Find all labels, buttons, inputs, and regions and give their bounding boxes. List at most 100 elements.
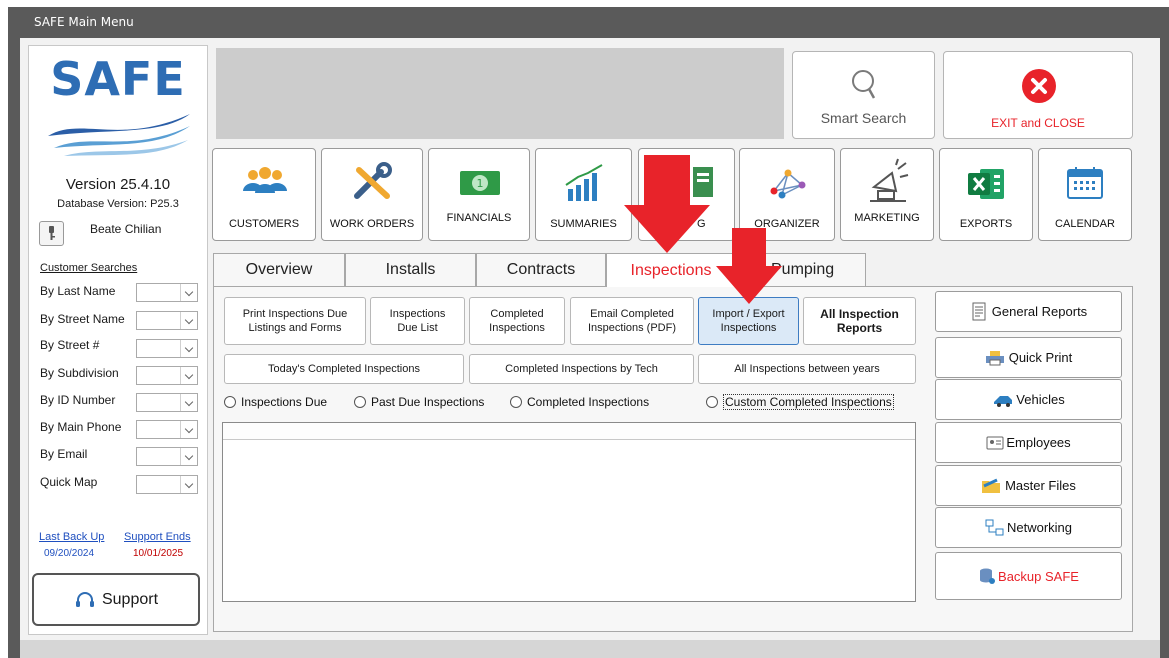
radio-label: Inspections Due xyxy=(241,395,328,409)
module-label: EXPORTS xyxy=(959,218,1013,230)
all-inspections-between-years-button[interactable]: All Inspections between years xyxy=(698,354,916,384)
module-exports[interactable]: EXPORTS xyxy=(939,148,1033,241)
search-combo-email[interactable] xyxy=(136,447,198,466)
radio-label: Past Due Inspections xyxy=(371,395,485,409)
search-combo-last-name[interactable] xyxy=(136,283,198,302)
vehicles-button[interactable]: Vehicles xyxy=(935,379,1122,420)
annotation-arrow-icon xyxy=(624,155,710,253)
folder-icon xyxy=(982,478,1001,493)
chevron-down-icon xyxy=(180,367,197,384)
search-label-id-number: By ID Number xyxy=(40,393,116,407)
search-label-subdivision: By Subdivision xyxy=(40,366,119,380)
module-customers[interactable]: CUSTOMERS xyxy=(212,148,316,241)
radio-past-due-inspections[interactable]: Past Due Inspections xyxy=(354,395,484,409)
version-label: Version 25.4.10 xyxy=(65,176,171,193)
search-combo-main-phone[interactable] xyxy=(136,420,198,439)
tab-overview[interactable]: Overview xyxy=(213,253,345,286)
print-inspections-due-button[interactable]: Print Inspections Due Listings and Forms xyxy=(224,297,366,345)
module-label: CALENDAR xyxy=(1055,218,1115,230)
radio-circle xyxy=(706,396,718,408)
search-combo-id-number[interactable] xyxy=(136,393,198,412)
module-summaries[interactable]: SUMMARIES xyxy=(535,148,632,241)
completed-inspections-button[interactable]: Completed Inspections xyxy=(469,297,565,345)
button-label: Email Completed Inspections (PDF) xyxy=(587,308,677,334)
search-label-last-name: By Last Name xyxy=(40,284,116,298)
svg-text:1: 1 xyxy=(477,177,484,190)
side-button-label: General Reports xyxy=(991,304,1088,319)
search-label-street-number: By Street # xyxy=(40,338,100,352)
document-icon xyxy=(972,302,986,320)
tab-installs[interactable]: Installs xyxy=(345,253,476,286)
window-title: SAFE Main Menu xyxy=(8,7,1169,38)
side-button-label: Networking xyxy=(1006,520,1073,535)
search-icon xyxy=(852,70,876,99)
button-label: Completed Inspections by Tech xyxy=(505,363,658,375)
support-button-label: Support xyxy=(101,590,159,608)
support-button[interactable]: Support xyxy=(32,573,200,626)
chevron-down-icon xyxy=(180,340,197,357)
network-icon xyxy=(770,169,806,199)
search-label-email: By Email xyxy=(40,447,88,461)
smart-search-button[interactable]: Smart Search xyxy=(792,51,935,139)
search-combo-subdivision[interactable] xyxy=(136,366,198,385)
customers-icon xyxy=(243,167,287,193)
last-backup-link[interactable]: Last Back Up xyxy=(39,531,104,543)
exit-close-label: EXIT and CLOSE xyxy=(991,116,1085,130)
search-combo-quick-map[interactable] xyxy=(136,475,198,494)
search-combo-street-number[interactable] xyxy=(136,339,198,358)
status-bar xyxy=(20,640,1160,658)
tab-contracts[interactable]: Contracts xyxy=(476,253,606,286)
side-button-label: Backup SAFE xyxy=(998,568,1079,584)
module-marketing[interactable]: MARKETING xyxy=(840,148,934,241)
headset-icon xyxy=(75,591,94,607)
support-ends-link[interactable]: Support Ends xyxy=(124,531,191,543)
last-backup-date: 09/20/2024 xyxy=(44,548,95,559)
completed-inspections-by-tech-button[interactable]: Completed Inspections by Tech xyxy=(469,354,694,384)
all-inspection-reports-button[interactable]: All Inspection Reports xyxy=(803,297,916,345)
module-label: SUMMARIES xyxy=(550,218,617,230)
import-export-inspections-button[interactable]: Import / Export Inspections xyxy=(698,297,799,345)
backup-safe-button[interactable]: Backup SAFE xyxy=(935,552,1122,600)
money-icon: 1 xyxy=(460,171,500,195)
email-completed-inspections-button[interactable]: Email Completed Inspections (PDF) xyxy=(570,297,694,345)
smart-search-label: Smart Search xyxy=(820,110,907,126)
tab-label: Installs xyxy=(385,261,436,278)
todays-completed-inspections-button[interactable]: Today's Completed Inspections xyxy=(224,354,464,384)
radio-circle xyxy=(510,396,522,408)
search-combo-street-name[interactable] xyxy=(136,311,198,330)
printer-icon xyxy=(985,350,1004,365)
megaphone-icon xyxy=(870,158,909,202)
support-ends-date: 10/01/2025 xyxy=(133,548,184,559)
annotation-arrow-icon xyxy=(716,228,782,304)
db-version-label: Database Version: P25.3 xyxy=(57,198,179,210)
module-work-orders[interactable]: WORK ORDERS xyxy=(321,148,423,241)
safe-logo: SAFE xyxy=(40,52,196,162)
exit-close-button[interactable]: EXIT and CLOSE xyxy=(943,51,1133,139)
calendar-icon xyxy=(1067,167,1103,199)
user-key-button[interactable] xyxy=(39,221,64,246)
customer-searches-heading: Customer Searches xyxy=(40,262,138,274)
tools-icon xyxy=(354,162,392,199)
radio-label: Custom Completed Inspections xyxy=(723,394,894,410)
logo-text: SAFE xyxy=(50,52,186,106)
radio-completed-inspections[interactable]: Completed Inspections xyxy=(510,395,649,409)
chevron-down-icon xyxy=(180,421,197,438)
module-calendar[interactable]: CALENDAR xyxy=(1038,148,1132,241)
side-button-label: Employees xyxy=(1006,435,1071,450)
close-icon xyxy=(1022,69,1056,103)
list-header xyxy=(223,423,915,440)
inspections-due-list-button[interactable]: Inspections Due List xyxy=(370,297,465,345)
side-button-label: Vehicles xyxy=(1016,392,1065,407)
radio-circle xyxy=(224,396,236,408)
networking-button[interactable]: Networking xyxy=(935,507,1122,548)
general-reports-button[interactable]: General Reports xyxy=(935,291,1122,332)
employees-button[interactable]: Employees xyxy=(935,422,1122,463)
radio-inspections-due[interactable]: Inspections Due xyxy=(224,395,327,409)
radio-custom-completed-inspections[interactable]: Custom Completed Inspections xyxy=(706,394,894,410)
radio-circle xyxy=(354,396,366,408)
master-files-button[interactable]: Master Files xyxy=(935,465,1122,506)
quick-print-button[interactable]: Quick Print xyxy=(935,337,1122,378)
key-icon xyxy=(49,226,55,240)
module-financials[interactable]: 1 FINANCIALS xyxy=(428,148,530,241)
inspections-list[interactable] xyxy=(222,422,916,602)
